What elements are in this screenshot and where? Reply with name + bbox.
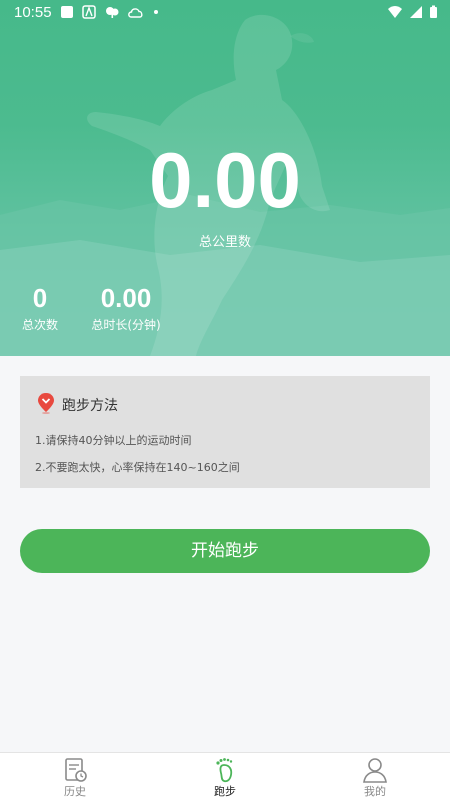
dot-icon [154, 10, 158, 14]
tree-icon [106, 7, 119, 18]
method-line: 2.不要跑太快，心率保持在140~160之间 [35, 461, 240, 474]
method-line: 1.请保持40分钟以上的运动时间 [35, 434, 192, 447]
total-count-value: 0 [32, 283, 48, 313]
person-icon [363, 758, 387, 783]
tab-history[interactable]: 历史 [0, 753, 150, 802]
total-count-stat: 0 总次数 [20, 282, 60, 333]
font-app-icon [82, 5, 96, 19]
status-time: 10:55 [14, 4, 52, 21]
total-minutes-label: 总时长(分钟) [91, 318, 161, 332]
tab-running[interactable]: 跑步 [150, 753, 300, 802]
running-method-card: 跑步方法 1.请保持40分钟以上的运动时间 2.不要跑太快，心率保持在140~1… [20, 376, 430, 488]
total-km-label: 总公里数 [198, 235, 251, 250]
total-minutes-value: 0.00 [100, 283, 152, 313]
start-running-button[interactable]: 开始跑步 [20, 529, 430, 573]
bottom-tab-bar: 历史 跑步 我的 [0, 752, 450, 802]
battery-icon [430, 5, 437, 18]
hero-banner: 10:55 0.00 总公里数 0 总次数 0.00 总时长(分钟) [0, 0, 450, 356]
footprint-icon [216, 758, 233, 783]
notification-app-icon [61, 6, 73, 18]
tab-label: 历史 [64, 785, 86, 798]
tab-mine[interactable]: 我的 [300, 753, 450, 802]
tab-label: 我的 [364, 785, 386, 798]
status-bar: 10:55 [0, 0, 450, 26]
history-icon [65, 758, 87, 782]
cloud-icon [128, 8, 143, 18]
total-minutes-stat: 0.00 总时长(分钟) [86, 282, 166, 333]
card-title: 跑步方法 [62, 398, 118, 414]
location-pin-icon [38, 393, 54, 414]
tab-label: 跑步 [214, 785, 236, 798]
signal-icon [410, 6, 422, 18]
total-count-label: 总次数 [21, 318, 58, 332]
total-km-value: 0.00 [149, 136, 301, 224]
wifi-icon [388, 6, 402, 18]
